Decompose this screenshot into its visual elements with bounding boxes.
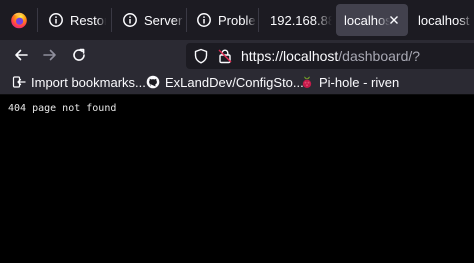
bookmark-github-configstore[interactable]: ExLandDev/ConfigSto... xyxy=(146,73,304,91)
tab-restore-session[interactable]: Restore Session xyxy=(40,4,106,36)
tab-title: Problem loading page xyxy=(218,12,256,28)
tab-title: Server Not Found xyxy=(144,12,184,28)
bookmark-label: Import bookmarks... xyxy=(31,74,146,90)
reload-icon xyxy=(73,48,85,61)
tab-localhost[interactable]: localhost xyxy=(410,4,474,36)
bookmark-label: ExLandDev/ConfigSto... xyxy=(165,74,304,90)
reload-button[interactable] xyxy=(70,46,88,64)
tab-server-not-found[interactable]: Server Not Found xyxy=(114,4,184,36)
address-bar[interactable]: https://localhost/dashboard/? xyxy=(186,43,474,69)
info-icon xyxy=(49,13,63,27)
back-arrow-icon xyxy=(15,49,28,61)
github-icon xyxy=(146,75,160,89)
bookmark-label: Pi-hole - riven xyxy=(319,74,400,90)
url-text[interactable]: https://localhost/dashboard/? xyxy=(241,47,420,65)
lock-icon[interactable] xyxy=(217,48,233,64)
page-content: 404 page not found xyxy=(0,95,474,263)
forward-button[interactable] xyxy=(41,46,59,64)
tracking-protection-shield-icon[interactable] xyxy=(193,48,209,64)
tab-separator xyxy=(258,8,259,32)
back-button[interactable] xyxy=(12,46,30,64)
tab-problem-loading-page[interactable]: Problem loading page xyxy=(188,4,256,36)
forward-arrow-icon xyxy=(43,49,56,61)
tab-192-168-88[interactable]: 192.168.88.1 xyxy=(262,4,332,36)
tab-title: localhost xyxy=(418,12,470,28)
firefox-logo-icon[interactable] xyxy=(10,11,28,29)
tab-separator xyxy=(111,8,112,32)
bookmark-import[interactable]: Import bookmarks... xyxy=(12,73,146,91)
url-path: /dashboard/? xyxy=(338,48,421,64)
tab-title: Restore Session xyxy=(70,12,106,28)
url-host: localhost xyxy=(283,48,339,64)
url-scheme: https:// xyxy=(241,48,284,64)
tab-separator xyxy=(186,8,187,32)
import-icon xyxy=(12,76,26,88)
tab-localhost-active[interactable]: localhost xyxy=(336,4,408,36)
raspberry-pi-icon xyxy=(302,76,312,88)
error-message: 404 page not found xyxy=(8,103,117,114)
tab-title: localhost xyxy=(344,12,390,28)
tab-strip: Restore Session Server Not Found Problem… xyxy=(0,0,474,40)
tab-title: 192.168.88.1 xyxy=(270,12,332,28)
close-tab-icon[interactable] xyxy=(386,12,402,28)
bookmark-pi-hole[interactable]: Pi-hole - riven xyxy=(300,73,399,91)
info-icon xyxy=(123,13,137,27)
tab-separator xyxy=(37,8,38,32)
info-icon xyxy=(197,13,211,27)
bookmarks-toolbar: Import bookmarks... ExLandDev/ConfigSto.… xyxy=(0,70,474,95)
